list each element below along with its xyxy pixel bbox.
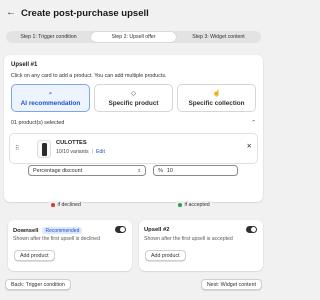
branch-accepted: if accepted <box>176 201 212 209</box>
upsell2-card: Upsell #2 Shown after the first upsell i… <box>139 220 263 271</box>
product-meta: 10/10 variants | Edit <box>56 149 105 155</box>
product-variants: 10/10 variants <box>56 149 89 155</box>
product-thumbnail <box>37 140 51 158</box>
option-ai-recommendation[interactable]: ⌕ AI recommendation <box>11 84 90 112</box>
discount-prefix: % <box>158 167 163 174</box>
discount-settings: Percentage discount ⇕ % 10 <box>28 165 238 177</box>
drag-handle-icon[interactable]: ⠿ <box>15 145 20 152</box>
page-header: ← Create post-purchase upsell <box>6 6 149 20</box>
downsell-toggle[interactable] <box>115 226 126 233</box>
declined-dot-icon <box>51 203 55 207</box>
recommended-badge: Recommended <box>42 227 83 234</box>
tab-widget-content[interactable]: Step 3: Widget content <box>176 32 261 42</box>
option-specific-collection[interactable]: ☝ Specific collection <box>177 84 256 112</box>
downsell-description: Shown after the first upsell is declined <box>13 236 101 242</box>
option-label: AI recommendation <box>20 99 81 107</box>
select-arrows-icon: ⇕ <box>137 167 142 173</box>
upsell-card: Upsell #1 Click on any card to add a pro… <box>4 55 263 202</box>
tab-upsell-offer[interactable]: Step 2: Upsell offer <box>91 32 176 42</box>
downsell-title: Downsell <box>13 227 39 234</box>
discount-value: 10 <box>166 167 173 174</box>
branch-accepted-label: if accepted <box>184 202 210 208</box>
selected-product-row: ⠿ CULOTTES 10/10 variants | Edit ✕ <box>9 133 258 164</box>
upsell2-title: Upsell #2 <box>144 227 170 233</box>
downsell-card: Downsell Recommended Shown after the fir… <box>8 220 132 271</box>
upsell-title: Upsell #1 <box>11 62 38 68</box>
close-icon[interactable]: ✕ <box>247 142 252 150</box>
back-button[interactable]: Back: Trigger condition <box>5 279 71 290</box>
branch-declined: if declined <box>49 201 83 209</box>
option-label: Specific collection <box>188 99 245 107</box>
arrow-left-icon[interactable]: ← <box>6 8 16 18</box>
discount-value-field[interactable]: % 10 <box>153 165 238 176</box>
option-label: Specific product <box>108 99 159 107</box>
discount-type-select[interactable]: Percentage discount ⇕ <box>28 165 147 176</box>
accepted-dot-icon <box>178 203 182 207</box>
collection-hand-icon: ☝ <box>212 89 221 97</box>
discount-type-value: Percentage discount <box>33 167 83 174</box>
step-tabs: Step 1: Trigger condition Step 2: Upsell… <box>6 31 261 43</box>
upsell2-header: Upsell #2 <box>144 227 169 233</box>
upsell2-toggle[interactable] <box>246 226 257 233</box>
page-title: Create post-purchase upsell <box>21 7 149 19</box>
selected-count: 01 product(s) selected <box>11 119 65 126</box>
upsell-instructions: Click on any card to add a product. You … <box>11 73 167 79</box>
edit-variants-link[interactable]: Edit <box>96 149 105 155</box>
product-source-options: ⌕ AI recommendation ◇ Specific product ☝… <box>11 84 256 112</box>
option-specific-product[interactable]: ◇ Specific product <box>94 84 173 112</box>
next-button[interactable]: Next: Widget content <box>200 279 262 290</box>
upsell2-description: Shown after the first upsell is accepted <box>144 236 233 242</box>
downsell-header: Downsell Recommended <box>13 227 83 234</box>
meta-separator: | <box>91 149 93 155</box>
upsell2-add-product-button[interactable]: Add product <box>145 250 186 261</box>
tab-trigger-condition[interactable]: Step 1: Trigger condition <box>6 32 91 42</box>
tag-icon: ◇ <box>131 89 136 97</box>
branch-declined-label: if declined <box>57 202 81 208</box>
selected-products-header[interactable]: 01 product(s) selected ⌃ <box>11 118 256 127</box>
chevron-up-icon[interactable]: ⌃ <box>251 120 256 126</box>
downsell-add-product-button[interactable]: Add product <box>14 250 55 261</box>
product-name: CULOTTES <box>56 140 87 146</box>
ai-search-icon: ⌕ <box>48 89 53 97</box>
